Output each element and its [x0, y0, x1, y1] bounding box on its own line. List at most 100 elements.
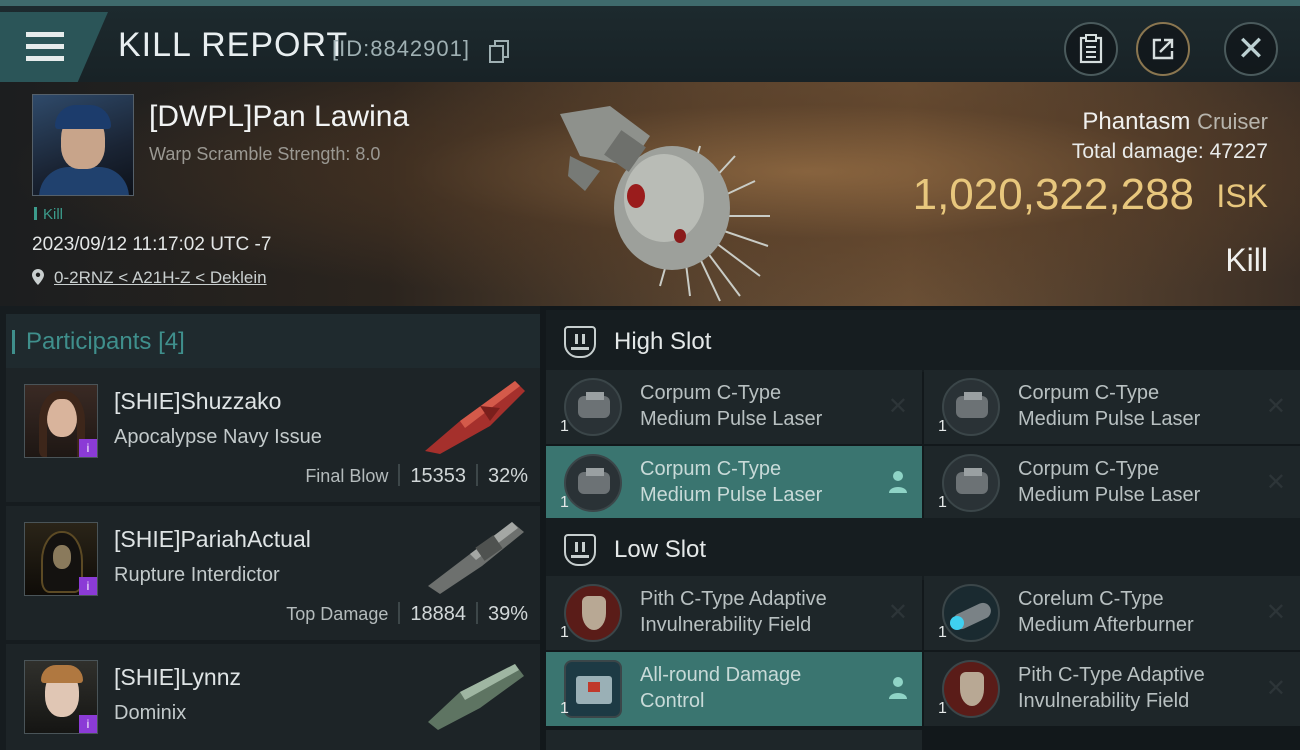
module-quantity: 1 — [938, 700, 947, 717]
participants-header: Participants [4] — [6, 314, 540, 368]
participant-badge-icon: i — [79, 577, 97, 595]
module-quantity: 1 — [938, 494, 947, 511]
module-name-line2: Medium Pulse Laser — [640, 408, 823, 430]
participant-avatar[interactable]: i — [24, 660, 98, 734]
module-quantity: 1 — [560, 418, 569, 435]
clipboard-icon — [1079, 34, 1103, 64]
destroyed-x-icon: ✕ — [887, 393, 908, 420]
isk-value: 1,020,322,288 — [912, 170, 1194, 219]
participant-badge-icon: i — [79, 715, 97, 733]
participant-ship-image — [428, 664, 524, 730]
close-icon: ✕ — [1236, 30, 1266, 68]
kill-tag: Kill — [34, 206, 63, 223]
module-quantity: 1 — [938, 418, 947, 435]
pulse-laser-icon — [564, 454, 622, 512]
menu-button[interactable] — [0, 12, 108, 82]
module-quantity: 1 — [560, 624, 569, 641]
module-slot[interactable]: 1 Corpum C-Type Medium Pulse Laser ✕ — [546, 370, 922, 444]
module-slot[interactable]: 1 Corelum C-Type Medium Afterburner ✕ — [924, 576, 1300, 650]
module-slot[interactable] — [546, 730, 922, 750]
module-name-line2: Invulnerability Field — [640, 614, 812, 636]
clipboard-button[interactable] — [1064, 22, 1118, 76]
module-slot[interactable]: 1 All-round Damage Control — [546, 652, 922, 726]
total-damage-label: Total damage: — [1071, 140, 1204, 163]
high-slot-icon — [564, 326, 596, 358]
module-name-line2: Medium Afterburner — [1018, 614, 1194, 636]
module-quantity: 1 — [560, 700, 569, 717]
victim-ship-image — [560, 106, 770, 302]
participant-ship-image — [425, 381, 525, 454]
module-quantity: 1 — [938, 624, 947, 641]
location-pin-icon — [32, 269, 44, 285]
destroyed-x-icon: ✕ — [1265, 675, 1286, 702]
total-damage-value: 47227 — [1209, 140, 1268, 163]
module-name: Corpum C-Type — [1018, 458, 1160, 480]
pulse-laser-icon — [942, 454, 1000, 512]
ship-name: Phantasm — [1082, 108, 1191, 135]
participant-stat-label: Final Blow — [305, 466, 389, 486]
module-name: Corpum C-Type — [640, 382, 782, 404]
participant-card[interactable]: i [SHIE]Shuzzako Apocalypse Navy Issue F… — [6, 368, 540, 502]
participant-damage: 18884 — [410, 603, 466, 625]
dropped-person-icon — [889, 677, 907, 699]
low-slot-icon — [564, 534, 596, 566]
kill-result: Kill — [1225, 242, 1268, 278]
victim-name[interactable]: [DWPL]Pan Lawina — [149, 100, 409, 134]
participant-avatar[interactable]: i — [24, 522, 98, 596]
destroyed-x-icon: ✕ — [1265, 469, 1286, 496]
share-icon — [1152, 38, 1174, 60]
high-slot-header: High Slot — [546, 310, 1300, 372]
copy-icon[interactable] — [489, 40, 509, 63]
module-slot[interactable]: 1 Corpum C-Type Medium Pulse Laser ✕ — [924, 446, 1300, 520]
module-name-line2: Medium Pulse Laser — [1018, 408, 1201, 430]
isk-unit: ISK — [1216, 178, 1268, 214]
module-name: All-round Damage — [640, 664, 802, 686]
participant-name[interactable]: [SHIE]Lynnz — [114, 664, 241, 691]
participant-name[interactable]: [SHIE]PariahActual — [114, 526, 311, 553]
low-slot-title: Low Slot — [614, 536, 707, 563]
location-link[interactable]: 0-2RNZ < A21H-Z < Deklein — [54, 268, 267, 287]
participant-badge-icon: i — [79, 439, 97, 457]
participant-ship: Apocalypse Navy Issue — [114, 426, 322, 448]
participants-panel: Participants [4] i [SHIE]Shuzzako Apocal… — [0, 306, 540, 750]
participant-stat-label: Top Damage — [286, 604, 389, 624]
victim-avatar[interactable] — [32, 94, 134, 196]
report-id: [ID:8842901] — [332, 36, 470, 61]
module-name: Pith C-Type Adaptive — [1018, 664, 1205, 686]
participant-name[interactable]: [SHIE]Shuzzako — [114, 388, 281, 415]
kill-location[interactable]: 0-2RNZ < A21H-Z < Deklein — [32, 268, 267, 288]
participant-damage: 15353 — [410, 465, 466, 487]
participant-stats: Top Damage 18884 39% — [286, 602, 528, 626]
module-slot[interactable]: 1 Pith C-Type Adaptive Invulnerability F… — [546, 576, 922, 650]
destroyed-x-icon: ✕ — [887, 599, 908, 626]
module-name-line2: Medium Pulse Laser — [1018, 484, 1201, 506]
share-button[interactable] — [1136, 22, 1190, 76]
destroyed-x-icon: ✕ — [1265, 599, 1286, 626]
participant-damage-percent: 39% — [487, 603, 528, 625]
fitting-panel: High Slot 1 Corpum C-Type Medium Pulse L… — [540, 306, 1300, 750]
close-button[interactable]: ✕ — [1224, 22, 1278, 76]
pulse-laser-icon — [564, 378, 622, 436]
hamburger-menu-icon — [26, 32, 64, 62]
participant-damage-percent: 32% — [487, 465, 528, 487]
module-slot[interactable]: 1 Corpum C-Type Medium Pulse Laser ✕ — [924, 370, 1300, 444]
ship-type: Phantasm Cruiser — [1082, 108, 1268, 136]
top-bar: KILL REPORT [ID:8842901] ✕ — [0, 0, 1300, 82]
participant-stats: Final Blow 15353 32% — [305, 464, 528, 488]
dropped-person-icon — [889, 471, 907, 493]
ship-class: Cruiser — [1197, 109, 1268, 134]
module-slot[interactable]: 1 Pith C-Type Adaptive Invulnerability F… — [924, 652, 1300, 726]
destroyed-x-icon: ✕ — [1265, 393, 1286, 420]
module-name-line2: Control — [640, 690, 705, 712]
participants-count: [4] — [158, 328, 185, 355]
module-slot[interactable]: 1 Corpum C-Type Medium Pulse Laser — [546, 446, 922, 520]
participant-avatar[interactable]: i — [24, 384, 98, 458]
kill-timestamp: 2023/09/12 11:17:02 UTC -7 — [32, 234, 272, 255]
module-name: Corelum C-Type — [1018, 588, 1164, 610]
participant-card[interactable]: i [SHIE]Lynnz Dominix — [6, 644, 540, 750]
high-slot-title: High Slot — [614, 328, 712, 355]
participant-card[interactable]: i [SHIE]PariahActual Rupture Interdictor… — [6, 506, 540, 640]
participant-ship: Rupture Interdictor — [114, 564, 280, 586]
module-name: Pith C-Type Adaptive — [640, 588, 827, 610]
module-quantity: 1 — [560, 494, 569, 511]
